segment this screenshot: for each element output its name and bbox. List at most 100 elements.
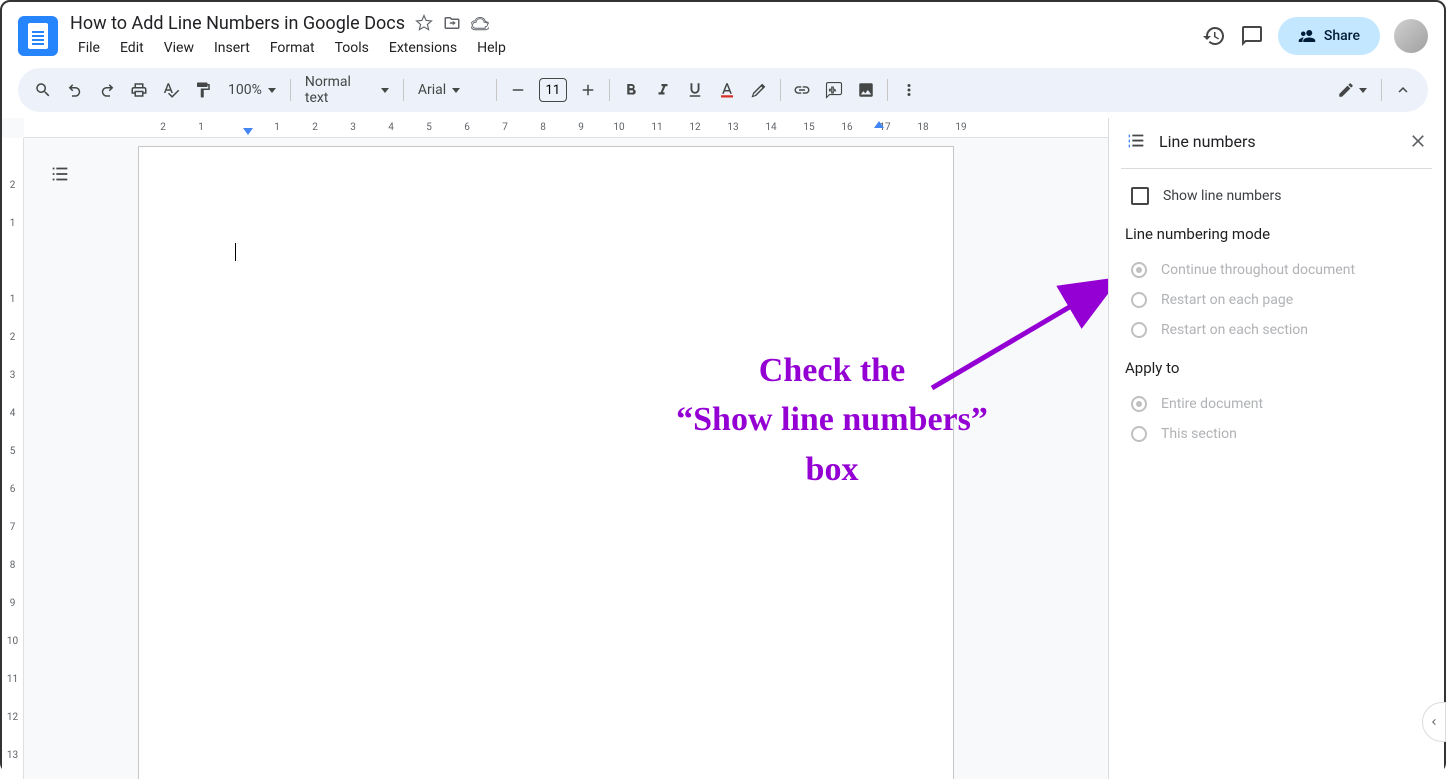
redo-button[interactable] (92, 75, 122, 105)
caret-down-icon (1359, 88, 1367, 93)
menu-view[interactable]: View (156, 36, 202, 60)
insert-link-button[interactable] (787, 75, 817, 105)
panel-title: Line numbers (1159, 132, 1396, 151)
ruler-mark: 12 (676, 122, 714, 133)
radio-entire[interactable] (1131, 396, 1147, 412)
radio-continue-label: Continue throughout document (1161, 262, 1355, 278)
menu-extensions[interactable]: Extensions (381, 36, 465, 60)
horizontal-ruler[interactable]: 2112345678910111213141516171819 (24, 118, 1108, 138)
document-area: 2112345678910111213141516171819 21123456… (2, 118, 1108, 779)
radio-section[interactable] (1131, 322, 1147, 338)
ruler-mark: 2 (144, 122, 182, 133)
ruler-mark: 13 (7, 736, 18, 774)
radio-page[interactable] (1131, 292, 1147, 308)
paint-format-button[interactable] (188, 75, 218, 105)
ruler-mark: 7 (10, 508, 16, 546)
document-page[interactable] (138, 146, 954, 779)
radio-continue[interactable] (1131, 262, 1147, 278)
menu-tools[interactable]: Tools (327, 36, 377, 60)
ruler-mark: 12 (7, 698, 18, 736)
ruler-mark: 8 (10, 546, 16, 584)
font-dropdown[interactable]: Arial (410, 75, 490, 105)
menu-help[interactable]: Help (469, 36, 514, 60)
separator (290, 79, 291, 101)
separator (1381, 79, 1382, 101)
radio-entire-label: Entire document (1161, 396, 1263, 412)
user-avatar[interactable] (1394, 19, 1428, 53)
more-button[interactable] (894, 75, 924, 105)
panel-body: Show line numbers Line numbering mode Co… (1109, 173, 1444, 453)
ruler-mark: 2 (10, 166, 16, 204)
share-button[interactable]: Share (1278, 17, 1380, 55)
apply-section-row[interactable]: This section (1125, 419, 1428, 449)
panel-header: Line numbers (1109, 118, 1444, 164)
font-value: Arial (418, 82, 446, 98)
pencil-icon (1337, 81, 1355, 99)
star-icon[interactable] (415, 14, 433, 32)
header-right: Share (1202, 17, 1428, 55)
radio-this-section[interactable] (1131, 426, 1147, 442)
show-line-numbers-checkbox[interactable] (1131, 187, 1149, 205)
move-icon[interactable] (443, 14, 461, 32)
search-menus-button[interactable] (28, 75, 58, 105)
cloud-status-icon[interactable] (471, 14, 489, 32)
italic-button[interactable] (648, 75, 678, 105)
people-icon (1298, 27, 1316, 45)
share-label: Share (1324, 28, 1360, 44)
menu-file[interactable]: File (70, 36, 108, 60)
mode-continue-row[interactable]: Continue throughout document (1125, 255, 1428, 285)
add-comment-button[interactable] (819, 75, 849, 105)
indent-marker-right[interactable] (874, 121, 884, 128)
increase-font-button[interactable] (573, 75, 603, 105)
radio-section-label: Restart on each section (1161, 322, 1308, 338)
collapse-toolbar-button[interactable] (1388, 75, 1418, 105)
underline-button[interactable] (680, 75, 710, 105)
ruler-mark: 13 (714, 122, 752, 133)
ruler-mark: 10 (7, 622, 18, 660)
history-icon[interactable] (1202, 24, 1226, 48)
outline-button[interactable] (42, 156, 78, 192)
toolbar: 100% Normal text Arial (18, 68, 1428, 112)
ruler-mark: 9 (562, 122, 600, 133)
show-line-numbers-row[interactable]: Show line numbers (1125, 187, 1428, 205)
mode-section-row[interactable]: Restart on each section (1125, 315, 1428, 345)
ruler-mark: 17 (866, 122, 904, 133)
print-button[interactable] (124, 75, 154, 105)
spellcheck-button[interactable] (156, 75, 186, 105)
doc-title-row: How to Add Line Numbers in Google Docs (70, 13, 1202, 34)
comments-icon[interactable] (1240, 24, 1264, 48)
menu-format[interactable]: Format (262, 36, 323, 60)
edit-mode-dropdown[interactable] (1329, 81, 1375, 99)
indent-marker-left[interactable] (243, 128, 253, 135)
menu-edit[interactable]: Edit (112, 36, 152, 60)
line-numbers-panel: Line numbers Show line numbers Line numb… (1108, 118, 1444, 779)
ruler-mark: 6 (10, 470, 16, 508)
mode-page-row[interactable]: Restart on each page (1125, 285, 1428, 315)
apply-entire-row[interactable]: Entire document (1125, 389, 1428, 419)
ruler-mark: 4 (10, 394, 16, 432)
radio-this-section-label: This section (1161, 426, 1237, 442)
zoom-dropdown[interactable]: 100% (220, 75, 284, 105)
decrease-font-button[interactable] (503, 75, 533, 105)
highlight-button[interactable] (744, 75, 774, 105)
separator (403, 79, 404, 101)
docs-logo-icon[interactable] (18, 16, 58, 56)
bold-button[interactable] (616, 75, 646, 105)
insert-image-button[interactable] (851, 75, 881, 105)
ruler-mark: 3 (334, 122, 372, 133)
ruler-mark: 11 (638, 122, 676, 133)
doc-title[interactable]: How to Add Line Numbers in Google Docs (70, 13, 405, 34)
ruler-mark: 1 (10, 204, 16, 242)
show-line-numbers-label: Show line numbers (1163, 188, 1281, 204)
vertical-ruler[interactable]: 2112345678910111213 (2, 138, 24, 779)
text-color-button[interactable] (712, 75, 742, 105)
close-icon[interactable] (1408, 131, 1428, 151)
apply-heading: Apply to (1125, 359, 1428, 377)
zoom-value: 100% (228, 82, 262, 98)
undo-button[interactable] (60, 75, 90, 105)
font-size-input[interactable] (539, 78, 567, 102)
menu-insert[interactable]: Insert (206, 36, 258, 60)
ruler-mark: 9 (10, 584, 16, 622)
paragraph-style-dropdown[interactable]: Normal text (297, 75, 397, 105)
ruler-mark: 10 (600, 122, 638, 133)
